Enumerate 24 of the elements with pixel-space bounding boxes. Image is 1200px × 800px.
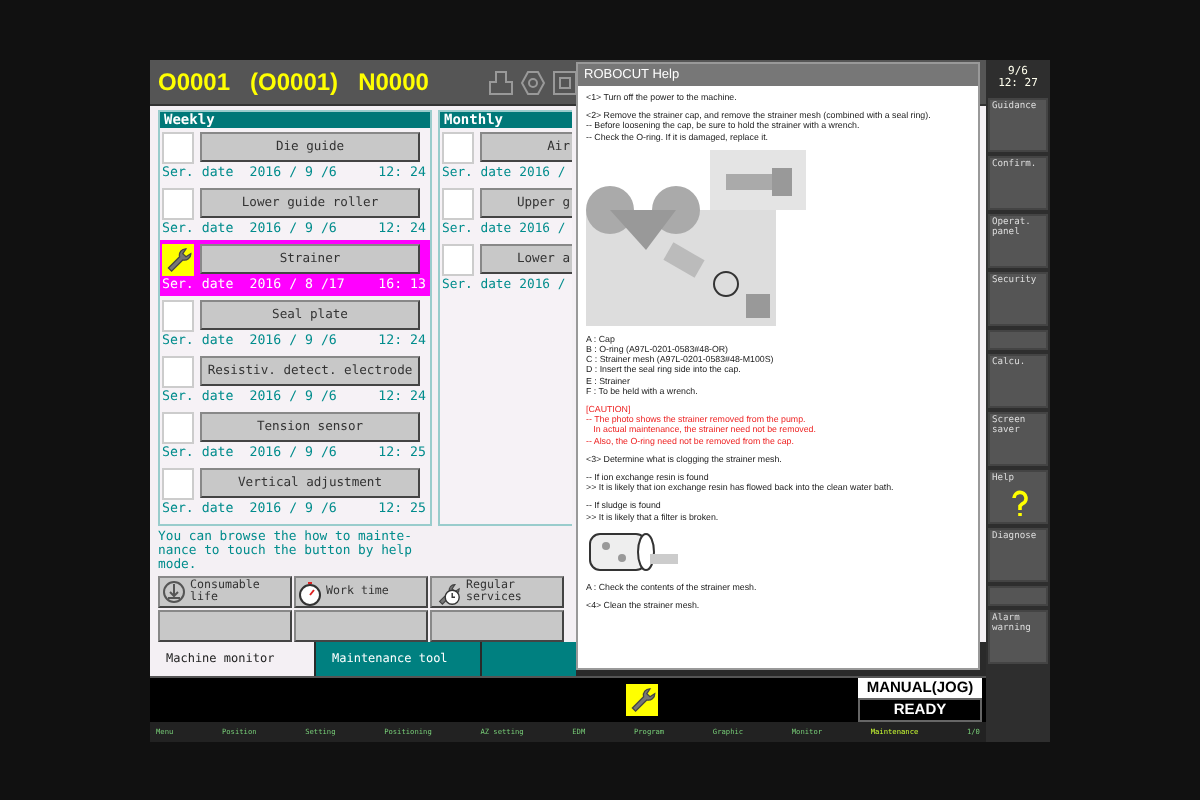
subprogram-number: (O0001) <box>250 68 339 96</box>
status-box <box>162 467 194 499</box>
status-box <box>162 131 194 163</box>
status-box <box>442 187 474 219</box>
blank-button[interactable] <box>158 610 292 642</box>
status-box <box>162 411 194 443</box>
program-number: O0001 <box>158 68 231 96</box>
status-box <box>162 299 194 331</box>
stamp-icon[interactable] <box>488 69 515 95</box>
gear-icon[interactable] <box>520 69 547 95</box>
status-box <box>162 187 194 219</box>
blank-button[interactable] <box>430 610 564 642</box>
sequence-number: N0000 <box>358 68 429 96</box>
status-box <box>442 243 474 275</box>
status-box <box>162 355 194 387</box>
status-box <box>442 131 474 163</box>
framed-square-icon[interactable] <box>552 69 579 95</box>
question-icon <box>1010 490 1030 518</box>
stopwatch-icon <box>298 579 322 605</box>
wrench-icon <box>626 684 658 716</box>
blank-button[interactable] <box>294 610 428 642</box>
wrench-icon <box>162 243 194 275</box>
wrench-clock-icon <box>434 579 462 605</box>
download-circle-icon <box>162 580 186 604</box>
